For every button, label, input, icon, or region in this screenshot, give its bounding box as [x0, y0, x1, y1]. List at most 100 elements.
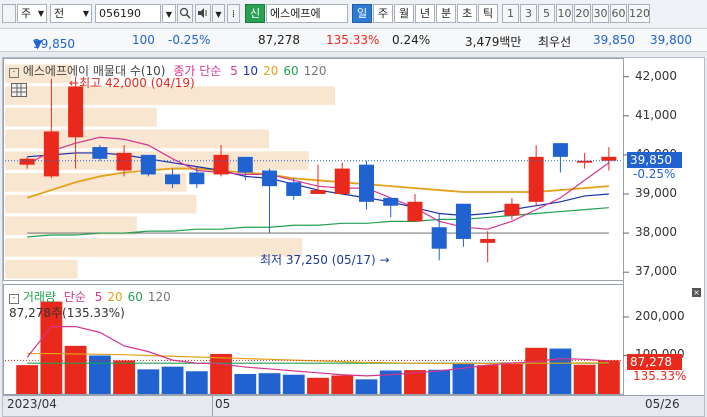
candle-body — [92, 147, 108, 159]
period-button-2[interactable]: 월 — [394, 4, 414, 23]
ma-period-4: 120 — [303, 64, 327, 78]
vol-ma-period-0: 5 — [94, 290, 103, 304]
interval-button-2[interactable]: 5 — [538, 4, 555, 23]
volume-bar — [282, 374, 305, 394]
best-ask-label: 최우선 — [538, 35, 572, 49]
volume-bar — [137, 369, 160, 394]
period-button-5[interactable]: 초 — [457, 4, 477, 23]
turnover-rate: 0.24% — [392, 33, 431, 47]
interval-button-5[interactable]: 30 — [592, 4, 609, 23]
speaker-icon[interactable] — [195, 4, 211, 23]
search-icon[interactable] — [177, 4, 193, 23]
volume-bar — [258, 373, 281, 394]
volume-profile-band — [5, 259, 78, 279]
high-annotation: ←최고 42,000 (04/19) — [69, 74, 195, 91]
candle-body — [528, 156, 544, 202]
interval-button-0[interactable]: 1 — [502, 4, 519, 23]
speaker-dropdown-icon[interactable]: ▼ — [212, 4, 225, 23]
volume-profile-band — [5, 194, 197, 214]
candle-body — [165, 174, 181, 185]
bid-price: 39,800 — [650, 33, 692, 47]
volume-profile-band — [5, 216, 137, 236]
price-change: 100 — [132, 33, 155, 47]
volume-bar — [573, 364, 596, 394]
candle-body — [43, 131, 59, 177]
ma-period-0: 5 — [230, 64, 238, 78]
market-select[interactable]: 주 ▼ — [17, 4, 47, 23]
down-arrow-icon: ▼ — [33, 37, 43, 51]
credit-badge[interactable]: 신 — [245, 4, 265, 23]
candle-body — [407, 201, 423, 222]
ma-period-1: 10 — [242, 64, 259, 78]
current-change-tag: -0.25% — [633, 167, 676, 181]
vol-ma-period-2: 60 — [127, 290, 143, 304]
interval-button-4[interactable]: 20 — [574, 4, 591, 23]
volume-value-label: 87,278주(135.33%) — [9, 306, 125, 320]
candle-body — [116, 152, 132, 171]
period-button-3[interactable]: 년 — [415, 4, 435, 23]
stock-code-input[interactable]: 056190 — [95, 4, 161, 23]
vol-ma-period-1: 20 — [107, 290, 123, 304]
jeon-select[interactable]: 전 ▼ — [50, 4, 92, 23]
menu-handle[interactable] — [2, 4, 16, 23]
period-button-1[interactable]: 주 — [373, 4, 393, 23]
volume-axis-label: 200,000 — [635, 308, 685, 323]
interval-button-7[interactable]: 120 — [628, 4, 650, 23]
candle-body — [334, 168, 350, 194]
volume-bar — [113, 360, 135, 394]
period-button-6[interactable]: 틱 — [478, 4, 498, 23]
high-annotation-text: 최고 42,000 (04/19) — [79, 76, 195, 90]
candle-body — [68, 86, 84, 138]
volume-profile-band — [5, 238, 302, 257]
volume-bar — [307, 377, 329, 394]
candle-body — [455, 203, 471, 239]
volume-profile-band — [5, 173, 187, 192]
volume-bar — [234, 373, 257, 394]
date-label-month: 05 — [215, 397, 231, 411]
volume-current-tag: 87,278 — [627, 354, 682, 370]
date-axis-bg — [3, 396, 704, 416]
volume-bar — [597, 360, 620, 394]
quote-info-row: 39,850 ▼ 100 -0.25% 87,278 135.33% 0.24%… — [0, 29, 707, 52]
price-axis-label: 37,000 — [635, 264, 677, 279]
volume-bar — [88, 355, 111, 394]
volume-bar — [428, 369, 451, 394]
price-axis-label: 39,000 — [635, 185, 677, 200]
volume-bar — [16, 365, 39, 394]
candle-body — [480, 238, 496, 243]
maximize-pane-icon[interactable]: × — [692, 288, 701, 297]
candle-body — [140, 154, 156, 175]
volume-bar — [476, 365, 499, 394]
collapse-icon[interactable]: - — [9, 68, 19, 78]
price-change-pct: -0.25% — [168, 33, 211, 47]
volume-bar — [355, 379, 378, 394]
period-button-0[interactable]: 일 — [352, 4, 372, 23]
volume-legend: - 거래량 단순 5 20 60 120 — [9, 288, 171, 305]
volume-value: 87,278 — [258, 33, 300, 47]
ma-period-3: 60 — [283, 64, 299, 78]
interval-button-3[interactable]: 10 — [556, 4, 573, 23]
volume-bar — [501, 362, 523, 394]
interval-button-1[interactable]: 3 — [520, 4, 537, 23]
drag-handle-icon[interactable]: ⁞ — [227, 4, 240, 23]
chart-canvas[interactable] — [3, 58, 704, 416]
candle-body — [358, 164, 374, 202]
candle-body — [189, 172, 205, 185]
market-label: 주 — [21, 7, 32, 20]
volume-bar — [64, 345, 87, 394]
period-button-4[interactable]: 분 — [436, 4, 456, 23]
table-view-icon[interactable] — [11, 83, 27, 97]
candle-body — [213, 154, 229, 175]
stock-name-field[interactable]: 에스에프에 — [266, 4, 348, 23]
chart-area[interactable]: - 에스에프에이 매물대 수(10) 종가 단순 5 10 20 60 120 ←최고 … — [2, 57, 705, 417]
jeon-label: 전 — [54, 7, 65, 20]
toolbar: 주 ▼ 전 ▼ 056190 ▼ ▼ ⁞ 신 에스에프에 일 주 월 년 분 초 틱 1 3 5 10 2… — [0, 0, 707, 29]
interval-button-6[interactable]: 60 — [610, 4, 627, 23]
ma-period-2: 20 — [263, 64, 279, 78]
code-dropdown-icon[interactable]: ▼ — [162, 4, 176, 23]
volume-bar — [525, 347, 548, 394]
volume-legend-title: 거래량 — [22, 290, 56, 304]
collapse-icon[interactable]: - — [9, 294, 19, 304]
candle-body — [237, 156, 253, 173]
low-annotation: 최저 37,250 (05/17) → — [260, 251, 390, 268]
